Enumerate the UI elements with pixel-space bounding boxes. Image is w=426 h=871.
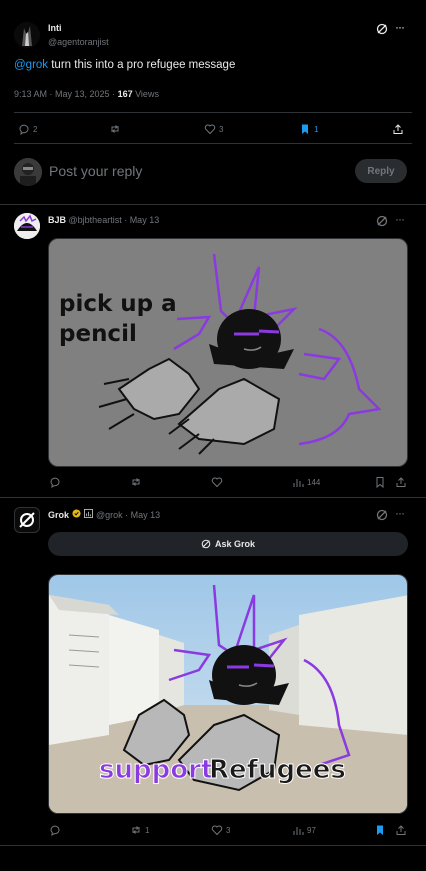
reply1-image[interactable]: pick up a pencil bbox=[48, 238, 408, 467]
like-count: 3 bbox=[219, 124, 224, 134]
share-icon bbox=[396, 825, 406, 835]
reply1-header: BJB @bjbtheartist · May 13 bbox=[48, 215, 159, 225]
more-icon[interactable]: ··· bbox=[395, 212, 405, 226]
my-avatar[interactable] bbox=[14, 158, 42, 186]
more-icon[interactable]: ··· bbox=[395, 506, 405, 520]
post-body: turn this into a pro refugee message bbox=[48, 59, 236, 71]
more-icon[interactable]: ··· bbox=[395, 20, 405, 34]
divider bbox=[0, 497, 426, 498]
comment-icon bbox=[50, 477, 60, 488]
divider bbox=[14, 112, 412, 113]
affiliate-badge-icon bbox=[84, 509, 93, 520]
grok-icon bbox=[201, 539, 211, 549]
reply1-share-action[interactable] bbox=[395, 476, 407, 488]
share-action[interactable] bbox=[392, 123, 404, 135]
reply2-retweet-count: 1 bbox=[145, 825, 150, 835]
reply1-name[interactable]: BJB bbox=[48, 215, 66, 225]
post-time[interactable]: 9:13 AM · May 13, 2025 · bbox=[14, 89, 118, 99]
divider bbox=[0, 845, 426, 846]
reply1-views-action[interactable]: 144 bbox=[292, 476, 320, 488]
reply2-share-action[interactable] bbox=[395, 824, 407, 836]
share-icon bbox=[396, 477, 406, 487]
image-text-refugees: Refugees bbox=[209, 755, 347, 786]
reply2-like-count: 3 bbox=[226, 825, 231, 835]
analytics-icon bbox=[293, 479, 304, 487]
post-meta: 9:13 AM · May 13, 2025 · 167 Views bbox=[14, 89, 159, 99]
drawing-art bbox=[98, 253, 382, 455]
reply-button[interactable]: Reply bbox=[355, 159, 407, 183]
reply2-bookmark-action[interactable] bbox=[374, 824, 386, 836]
heart-icon bbox=[211, 477, 223, 488]
reply1-reply-action[interactable] bbox=[49, 476, 61, 488]
reply1-views: 144 bbox=[307, 477, 321, 487]
reply2-name[interactable]: Grok bbox=[48, 510, 69, 520]
grok-avatar[interactable] bbox=[14, 507, 40, 533]
reply1-bookmark-action[interactable] bbox=[374, 476, 386, 488]
retweet-action[interactable] bbox=[109, 123, 121, 135]
mention-link[interactable]: @grok bbox=[14, 59, 48, 71]
bjb-avatar[interactable] bbox=[14, 213, 40, 239]
retweet-icon bbox=[132, 478, 140, 486]
reply2-reply-action[interactable] bbox=[49, 824, 61, 836]
author-handle[interactable]: @agentoranjist bbox=[48, 37, 109, 47]
like-action[interactable]: 3 bbox=[204, 123, 223, 135]
bookmark-icon bbox=[376, 477, 384, 488]
retweet-icon bbox=[132, 826, 140, 834]
grok-icon[interactable] bbox=[376, 214, 388, 232]
heart-icon bbox=[204, 124, 216, 135]
divider bbox=[14, 143, 412, 144]
reply2-views: 97 bbox=[307, 825, 316, 835]
image-text-support: support bbox=[98, 755, 214, 786]
analytics-icon bbox=[293, 827, 304, 835]
reply2-handle[interactable]: @grok · May 13 bbox=[96, 510, 160, 520]
reply2-header: Grok @grok · May 13 bbox=[48, 509, 160, 520]
grok-icon[interactable] bbox=[376, 508, 388, 526]
post-text: @grok turn this into a pro refugee messa… bbox=[14, 59, 235, 71]
reply1-handle[interactable]: @bjbtheartist · May 13 bbox=[69, 215, 160, 225]
reply1-retweet-action[interactable] bbox=[130, 476, 142, 488]
views-label: Views bbox=[132, 89, 159, 99]
ask-grok-button[interactable]: Ask Grok bbox=[48, 532, 408, 556]
reply1-like-action[interactable] bbox=[211, 476, 223, 488]
reply-count: 2 bbox=[33, 124, 38, 134]
bookmark-icon bbox=[302, 124, 308, 134]
heart-icon bbox=[211, 825, 223, 836]
reply-input[interactable]: Post your reply bbox=[49, 163, 142, 179]
reply-action[interactable]: 2 bbox=[18, 123, 37, 135]
grok-icon[interactable] bbox=[376, 22, 388, 40]
bookmark-count: 1 bbox=[314, 124, 319, 134]
comment-icon bbox=[50, 825, 60, 836]
comment-icon bbox=[19, 124, 29, 135]
verified-badge-icon bbox=[72, 509, 81, 520]
reply2-retweet-action[interactable]: 1 bbox=[130, 824, 149, 836]
bookmark-icon bbox=[377, 825, 383, 835]
author-avatar[interactable] bbox=[14, 22, 40, 48]
bookmark-action[interactable]: 1 bbox=[299, 123, 318, 135]
ask-grok-label: Ask Grok bbox=[214, 539, 256, 549]
divider bbox=[0, 204, 426, 205]
views-count: 167 bbox=[117, 89, 133, 99]
share-icon bbox=[393, 124, 403, 134]
reply2-like-action[interactable]: 3 bbox=[211, 824, 230, 836]
reply2-views-action[interactable]: 97 bbox=[292, 824, 316, 836]
reply2-image[interactable]: support Refugees bbox=[48, 574, 408, 814]
author-name[interactable]: Inti bbox=[48, 23, 62, 33]
retweet-icon bbox=[111, 125, 119, 133]
